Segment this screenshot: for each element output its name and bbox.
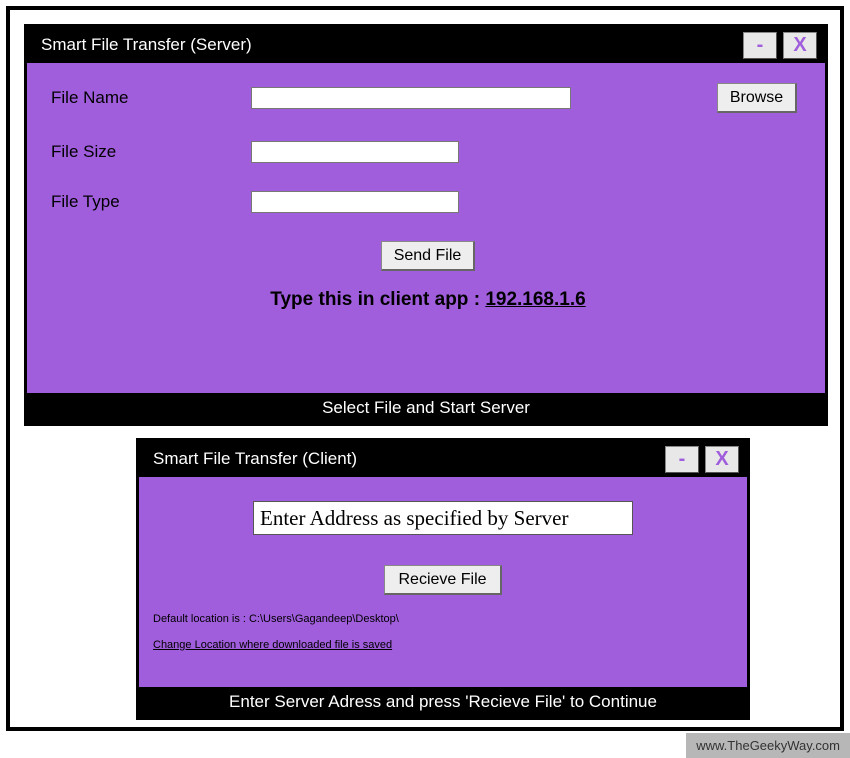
ip-instruction: Type this in client app : 192.168.1.6 [51, 289, 805, 311]
file-name-input[interactable] [251, 87, 571, 109]
file-size-label: File Size [51, 142, 251, 162]
file-type-input[interactable] [251, 191, 459, 213]
ip-prefix: Type this in client app : [270, 289, 485, 310]
file-type-row: File Type [51, 191, 805, 213]
client-status: Enter Server Adress and press 'Recieve F… [139, 687, 747, 717]
file-type-label: File Type [51, 192, 251, 212]
server-window: Smart File Transfer (Server) - X File Na… [24, 24, 828, 426]
client-title: Smart File Transfer (Client) [153, 449, 659, 469]
watermark: www.TheGeekyWay.com [686, 733, 850, 758]
file-size-input[interactable] [251, 141, 459, 163]
client-titlebar: Smart File Transfer (Client) - X [139, 441, 747, 477]
client-body: Recieve File Default location is : C:\Us… [139, 477, 747, 653]
file-name-label: File Name [51, 88, 251, 108]
server-title: Smart File Transfer (Server) [41, 35, 737, 55]
server-status: Select File and Start Server [27, 393, 825, 423]
close-button[interactable]: X [783, 32, 817, 59]
browse-button[interactable]: Browse [717, 83, 797, 113]
server-titlebar: Smart File Transfer (Server) - X [27, 27, 825, 63]
minimize-button[interactable]: - [743, 32, 777, 59]
send-file-button[interactable]: Send File [381, 241, 475, 271]
file-name-row: File Name Browse [51, 83, 805, 113]
default-location-text: Default location is : C:\Users\Gagandeep… [153, 613, 733, 625]
receive-file-button[interactable]: Recieve File [384, 565, 502, 595]
close-button[interactable]: X [705, 446, 739, 473]
outer-frame: Smart File Transfer (Server) - X File Na… [6, 6, 844, 731]
server-body: File Name Browse File Size File Type Sen… [27, 63, 825, 311]
server-address-input[interactable] [253, 501, 633, 535]
client-window: Smart File Transfer (Client) - X Recieve… [136, 438, 750, 720]
minimize-button[interactable]: - [665, 446, 699, 473]
file-size-row: File Size [51, 141, 805, 163]
ip-address: 192.168.1.6 [485, 289, 585, 310]
change-location-link[interactable]: Change Location where downloaded file is… [153, 639, 392, 651]
